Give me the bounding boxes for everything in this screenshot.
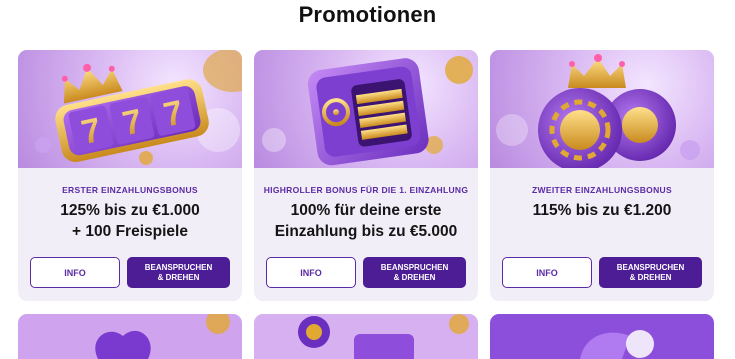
claim-and-spin-button[interactable]: BEANSPRUCHEN & DREHEN [363,257,466,288]
promo-card-partial-2[interactable] [254,314,478,359]
claim-button-line2: & DREHEN [629,272,672,282]
promo-headline-line1: 115% bis zu €1.200 [532,202,672,219]
promo-headline-line2: Einzahlung bis zu €5.000 [274,223,458,240]
claim-button-line1: BEANSPRUCHEN [380,262,449,272]
claim-and-spin-button[interactable]: BEANSPRUCHEN & DREHEN [127,257,230,288]
promo-card-partial-3[interactable] [490,314,714,359]
info-button[interactable]: INFO [502,257,592,288]
claim-button-line1: BEANSPRUCHEN [144,262,213,272]
claim-button-line2: & DREHEN [393,272,436,282]
promo-label: ERSTER EINZAHLUNGSBONUS [62,185,198,195]
promo-headline-line1: 100% für deine erste [290,202,442,219]
chips-crown-image [490,50,714,168]
promo-headline: 100% für deine erste Einzahlung bis zu €… [260,200,472,242]
page-title: Promotionen [298,2,437,27]
promo-headline: 115% bis zu €1.200 [496,200,708,221]
promo-label: ZWEITER EINZAHLUNGSBONUS [532,185,672,195]
promo-card-first-deposit: 7 7 7 ERSTER EINZAHLUNGSBONUS 125% bis z… [18,50,242,301]
claim-and-spin-button[interactable]: BEANSPRUCHEN & DREHEN [599,257,702,288]
claim-button-line1: BEANSPRUCHEN [616,262,685,272]
slot-machine-image: 7 7 7 [18,50,242,168]
promo-label: HIGHROLLER BONUS FÜR DIE 1. EINZAHLUNG [263,185,469,195]
promo-headline-line1: 125% bis zu €1.000 [60,202,200,219]
claim-button-line2: & DREHEN [157,272,200,282]
promo-card-highroller: HIGHROLLER BONUS FÜR DIE 1. EINZAHLUNG 1… [254,50,478,301]
promo-headline-line2: + 100 Freispiele [72,223,188,240]
promo-headline: 125% bis zu €1.000 + 100 Freispiele [24,200,236,242]
info-button[interactable]: INFO [266,257,356,288]
info-button[interactable]: INFO [30,257,120,288]
promo-card-second-deposit: ZWEITER EINZAHLUNGSBONUS 115% bis zu €1.… [490,50,714,301]
promo-card-partial-1[interactable] [18,314,242,359]
vault-safe-image [254,50,478,168]
